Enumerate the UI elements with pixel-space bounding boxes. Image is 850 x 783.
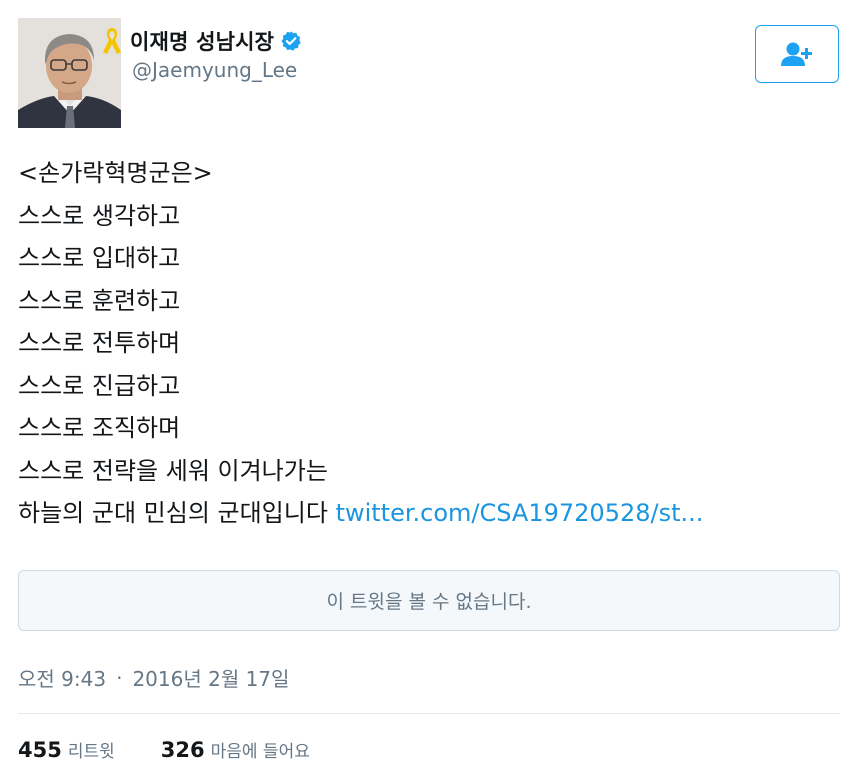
unavailable-message: 이 트윗을 볼 수 없습니다. xyxy=(326,591,532,613)
likes-stat[interactable]: 326 마음에 들어요 xyxy=(161,737,310,762)
yellow-ribbon-icon xyxy=(103,28,121,54)
tweet-last-line: 하늘의 군대 민심의 군대입니다 twitter.com/CSA19720528… xyxy=(18,492,838,535)
tweet-line: 스스로 조직하며 xyxy=(18,414,181,442)
tweet-link[interactable]: twitter.com/CSA19720528/st... xyxy=(336,499,704,527)
retweets-stat[interactable]: 455 리트윗 xyxy=(18,737,115,762)
tweet-line: 스스로 입대하고 xyxy=(18,244,181,272)
unavailable-quote-card: 이 트윗을 볼 수 없습니다. xyxy=(18,570,840,631)
tweet-line-text: 하늘의 군대 민심의 군대입니다 xyxy=(18,499,336,527)
timestamp-date: 2016년 2월 17일 xyxy=(132,667,290,691)
tweet-stats: 455 리트윗 326 마음에 들어요 xyxy=(18,737,310,762)
verified-badge-icon xyxy=(281,31,301,51)
likes-count: 326 xyxy=(160,738,205,762)
user-handle[interactable]: @Jaemyung_Lee xyxy=(132,58,297,82)
tweet-timestamp[interactable]: 오전 9:43 · 2016년 2월 17일 xyxy=(18,663,289,692)
display-name[interactable]: 이재명 성남시장 xyxy=(130,26,274,56)
tweet-page: 이재명 성남시장 @Jaemyung_Lee <손가락혁명군은> 스스로 생각하… xyxy=(0,0,850,783)
divider xyxy=(18,713,840,714)
likes-label: 마음에 들어요 xyxy=(210,742,310,762)
retweets-label: 리트윗 xyxy=(67,742,115,762)
timestamp-separator: · xyxy=(116,665,123,690)
tweet-line: <손가락혁명군은> xyxy=(18,159,213,187)
tweet-line: 스스로 진급하고 xyxy=(18,371,181,400)
tweet-line: 스스로 생각하고 xyxy=(18,201,181,230)
follow-user-icon xyxy=(781,42,812,66)
tweet-line: 스스로 전략을 세워 이겨나가는 xyxy=(18,456,328,485)
display-name-row: 이재명 성남시장 xyxy=(100,24,302,58)
tweet-text: <손가락혁명군은> 스스로 생각하고 스스로 입대하고 스스로 훈련하고 스스로… xyxy=(18,152,838,535)
follow-button[interactable] xyxy=(755,25,839,83)
tweet-line: 스스로 훈련하고 xyxy=(18,286,181,315)
timestamp-time: 오전 9:43 xyxy=(18,667,107,691)
tweet-line: 스스로 전투하며 xyxy=(18,329,181,357)
retweets-count: 455 xyxy=(18,738,62,762)
